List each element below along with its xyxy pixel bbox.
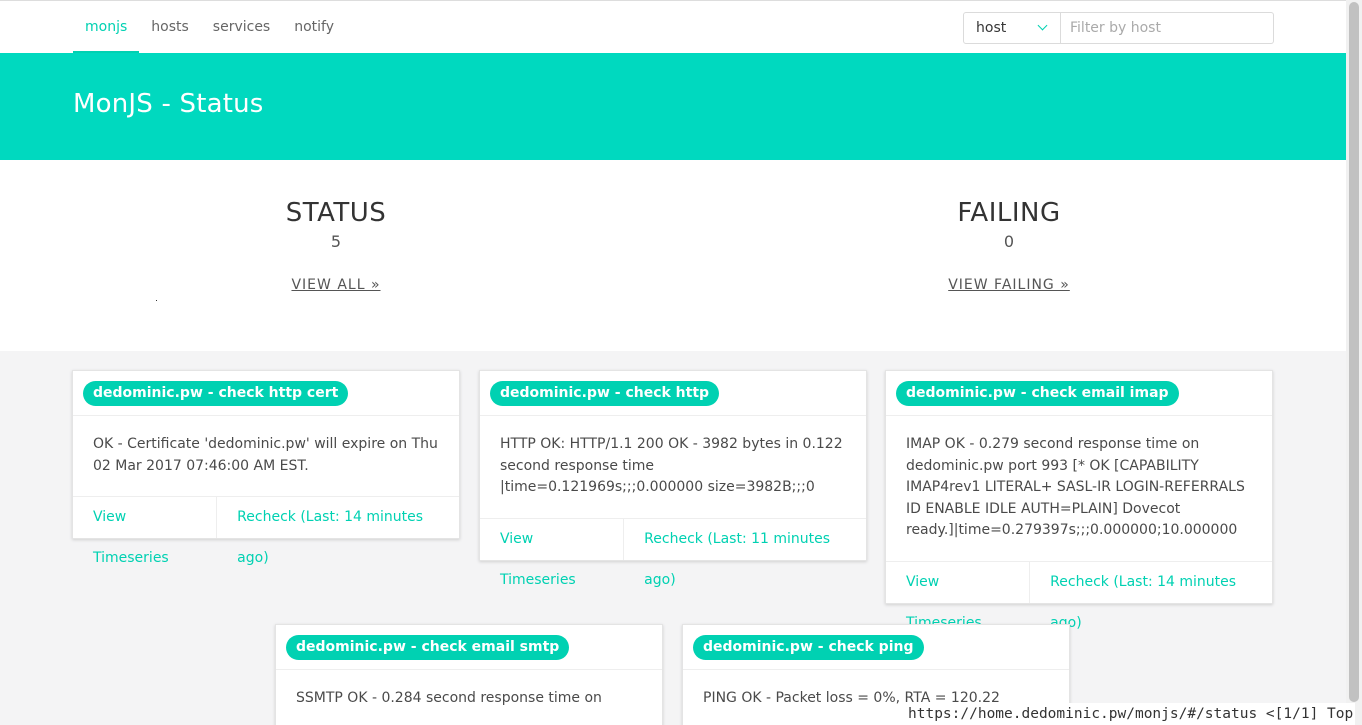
card-header: dedominic.pw - check ping bbox=[683, 625, 1069, 670]
filter-input[interactable] bbox=[1061, 12, 1274, 44]
check-card: dedominic.pw - check http cert OK - Cert… bbox=[72, 370, 460, 566]
nav-links: monjs hosts services notify bbox=[73, 1, 346, 54]
recheck-link[interactable]: Recheck (Last: 14 minutes ago) bbox=[217, 497, 459, 566]
view-timeseries-link[interactable]: View Timeseries bbox=[886, 561, 1031, 631]
check-card: dedominic.pw - check http HTTP OK: HTTP/… bbox=[479, 370, 867, 588]
card-header: dedominic.pw - check email imap bbox=[886, 371, 1272, 416]
view-failing-link[interactable]: VIEW FAILING » bbox=[948, 277, 1070, 293]
filter-type-value: host bbox=[976, 20, 1007, 36]
status-heading: STATUS bbox=[285, 198, 387, 228]
check-tag: dedominic.pw - check email smtp bbox=[286, 635, 570, 660]
page-title: MonJS - Status bbox=[73, 89, 264, 119]
view-timeseries-link[interactable]: View Timeseries bbox=[73, 497, 218, 566]
check-output: IMAP OK - 0.279 second response time on … bbox=[906, 436, 1245, 538]
check-tag: dedominic.pw - check ping bbox=[693, 635, 924, 660]
view-all-link[interactable]: VIEW ALL » bbox=[291, 277, 380, 293]
check-output: SSMTP OK - 0.284 second response time on bbox=[296, 690, 602, 706]
check-cards-area: dedominic.pw - check http cert OK - Cert… bbox=[0, 351, 1346, 725]
nav-link-hosts[interactable]: hosts bbox=[139, 1, 201, 54]
failing-count: 0 bbox=[1003, 232, 1015, 251]
hero-banner: MonJS - Status bbox=[0, 53, 1346, 160]
card-header: dedominic.pw - check http cert bbox=[73, 371, 459, 416]
status-stat: STATUS 5 VIEW ALL » bbox=[186, 198, 486, 293]
scrollbar-thumb[interactable] bbox=[1349, 2, 1359, 702]
check-output: HTTP OK: HTTP/1.1 200 OK - 3982 bytes in… bbox=[500, 436, 843, 495]
top-navbar: monjs hosts services notify host bbox=[0, 0, 1346, 54]
check-output: OK - Certificate 'dedominic.pw' will exp… bbox=[93, 436, 438, 474]
failing-stat: FAILING 0 VIEW FAILING » bbox=[859, 198, 1159, 293]
failing-heading: FAILING bbox=[957, 198, 1061, 228]
recheck-link[interactable]: Recheck (Last: 11 minutes ago) bbox=[624, 519, 866, 588]
nav-link-notify[interactable]: notify bbox=[282, 1, 346, 54]
card-footer: View Timeseries Recheck (Last: 14 minute… bbox=[886, 560, 1272, 631]
chevron-down-icon bbox=[1037, 20, 1048, 31]
check-tag: dedominic.pw - check email imap bbox=[896, 381, 1179, 406]
filter-group: host bbox=[963, 12, 1274, 44]
filter-type-select[interactable]: host bbox=[963, 12, 1061, 44]
check-tag: dedominic.pw - check http cert bbox=[83, 381, 349, 406]
check-tag: dedominic.pw - check http bbox=[490, 381, 720, 406]
stray-dot bbox=[156, 300, 157, 301]
view-timeseries-link[interactable]: View Timeseries bbox=[480, 518, 625, 588]
browser-status-line: https://home.dedominic.pw/monjs/#/status… bbox=[906, 703, 1356, 725]
check-card: dedominic.pw - check email imap IMAP OK … bbox=[885, 370, 1273, 631]
vertical-scrollbar[interactable] bbox=[1346, 0, 1362, 725]
stats-section: STATUS 5 VIEW ALL » FAILING 0 VIEW FAILI… bbox=[0, 160, 1346, 351]
card-footer: View Timeseries Recheck (Last: 11 minute… bbox=[480, 517, 866, 588]
card-header: dedominic.pw - check email smtp bbox=[276, 625, 662, 670]
recheck-link[interactable]: Recheck (Last: 14 minutes ago) bbox=[1030, 562, 1272, 631]
nav-link-services[interactable]: services bbox=[201, 1, 282, 54]
status-count: 5 bbox=[330, 232, 342, 251]
nav-link-monjs[interactable]: monjs bbox=[73, 1, 140, 54]
card-header: dedominic.pw - check http bbox=[480, 371, 866, 416]
check-card: dedominic.pw - check email smtp SSMTP OK… bbox=[275, 624, 663, 725]
card-footer: View Timeseries Recheck (Last: 14 minute… bbox=[73, 496, 459, 566]
